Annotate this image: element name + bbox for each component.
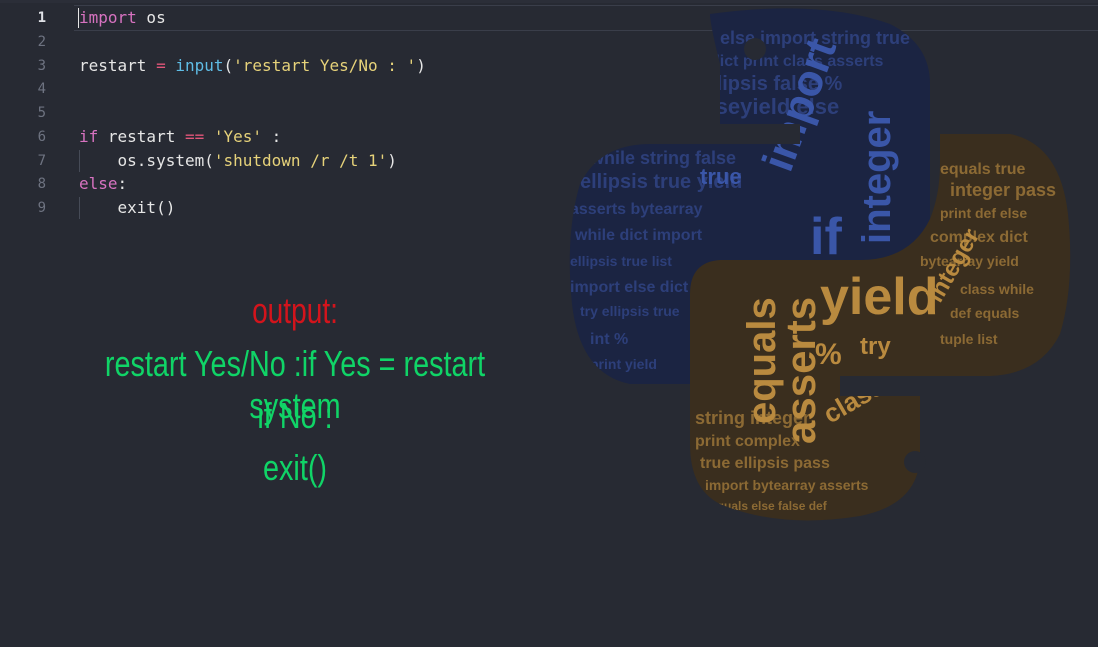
line-number: 5 bbox=[37, 105, 46, 121]
code-text: os bbox=[136, 8, 166, 27]
operator: == bbox=[184, 127, 205, 146]
line-number: 8 bbox=[37, 176, 46, 192]
string-literal: 'shutdown /r /t 1' bbox=[213, 151, 388, 170]
svg-text:try: try bbox=[860, 333, 891, 360]
svg-text:print def else: print def else bbox=[940, 205, 1027, 221]
svg-text:true ellipsis pass: true ellipsis pass bbox=[700, 455, 830, 472]
svg-text:asserts bytearray: asserts bytearray bbox=[570, 201, 703, 218]
line-number: 7 bbox=[37, 153, 46, 169]
svg-text:integer pass: integer pass bbox=[950, 180, 1056, 200]
output-title: output: bbox=[252, 290, 338, 331]
output-line-3: exit() bbox=[263, 447, 327, 488]
line-number: 9 bbox=[37, 200, 46, 216]
svg-text:tuple list: tuple list bbox=[940, 331, 998, 347]
code-text: ( bbox=[223, 56, 234, 75]
code-line-9[interactable]: exit() bbox=[79, 196, 176, 220]
line-number: 6 bbox=[37, 129, 46, 145]
code-text: : bbox=[262, 127, 282, 146]
line-number: 4 bbox=[37, 81, 46, 97]
code-text: ) bbox=[416, 56, 426, 75]
function-name: input bbox=[175, 56, 224, 75]
output-line-2: if No : bbox=[257, 395, 333, 436]
line-number: 1 bbox=[37, 10, 46, 26]
svg-text:import else dict: import else dict bbox=[570, 279, 689, 296]
line-number: 2 bbox=[37, 34, 46, 50]
keyword: else bbox=[79, 174, 118, 193]
svg-text:def equals: def equals bbox=[950, 305, 1019, 321]
code-line-1[interactable]: import os bbox=[79, 6, 166, 30]
line-number: 3 bbox=[37, 58, 46, 74]
svg-text:yield: yield bbox=[820, 268, 939, 326]
string-literal: 'Yes' bbox=[213, 127, 263, 146]
code-text: restart bbox=[79, 56, 157, 75]
svg-text:import bytearray asserts: import bytearray asserts bbox=[705, 477, 869, 493]
operator: = bbox=[156, 56, 166, 75]
code-text: exit() bbox=[79, 198, 176, 217]
svg-text:class while: class while bbox=[960, 281, 1034, 297]
code-line-7[interactable]: os.system('shutdown /r /t 1') bbox=[79, 149, 397, 173]
svg-text:true: true bbox=[700, 164, 742, 189]
code-line-6[interactable]: if restart == 'Yes' : bbox=[79, 125, 281, 149]
python-logo-word-cloud-icon: else import string true dict print class… bbox=[569, 8, 1071, 521]
code-line-3[interactable]: restart = input('restart Yes/No : ') bbox=[79, 54, 426, 78]
code-text: restart bbox=[98, 127, 185, 146]
svg-text:while dict import: while dict import bbox=[574, 227, 703, 244]
code-line-8[interactable]: else: bbox=[79, 172, 127, 196]
editor-tab-strip bbox=[0, 0, 1098, 3]
svg-text:try ellipsis true: try ellipsis true bbox=[580, 303, 680, 319]
string-literal: 'restart Yes/No : ' bbox=[233, 56, 417, 75]
keyword: if bbox=[79, 127, 99, 146]
svg-text:integer: integer bbox=[855, 111, 899, 244]
svg-text:if: if bbox=[810, 208, 842, 266]
svg-text:ellipsis true list: ellipsis true list bbox=[570, 253, 672, 269]
svg-text:equals else false def: equals else false def bbox=[710, 499, 828, 513]
svg-text:int %: int % bbox=[590, 331, 628, 348]
svg-text:%: % bbox=[815, 338, 842, 371]
code-text: os.system( bbox=[79, 151, 214, 170]
svg-text:print yield: print yield bbox=[590, 356, 657, 372]
code-text: ) bbox=[387, 151, 397, 170]
svg-text:equals true: equals true bbox=[940, 161, 1025, 178]
keyword: import bbox=[79, 8, 137, 27]
code-text: : bbox=[117, 174, 128, 193]
